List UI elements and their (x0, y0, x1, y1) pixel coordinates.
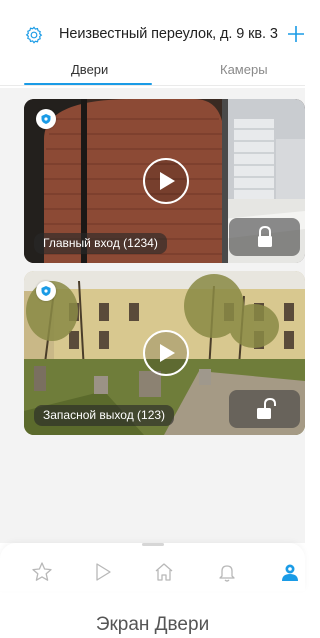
lock-open-icon (257, 397, 276, 419)
user-icon[interactable] (279, 561, 301, 583)
home-icon[interactable] (153, 561, 175, 583)
doors-list: Главный вход (1234) Запасной выход (123) (0, 88, 305, 543)
play-icon[interactable] (92, 561, 114, 583)
tab-divider (0, 85, 305, 86)
bell-icon[interactable] (216, 561, 238, 583)
tab-cameras[interactable]: Камеры (220, 62, 268, 77)
star-icon[interactable] (31, 561, 53, 583)
tab-doors[interactable]: Двери (71, 62, 108, 77)
screen-caption: Экран Двери (95, 614, 210, 635)
shield-icon (36, 281, 56, 301)
lock-closed-icon (258, 225, 272, 247)
play-button[interactable] (143, 158, 189, 204)
shield-icon (36, 109, 56, 129)
door-card-backup[interactable]: Запасной выход (123) (24, 271, 305, 435)
app-header: Неизвестный переулок, д. 9 кв. 3 (0, 0, 305, 56)
lock-button[interactable] (229, 218, 300, 256)
plus-icon[interactable] (287, 25, 305, 43)
sheet-handle[interactable] (142, 543, 164, 546)
tab-bar: Двери Камеры (0, 56, 305, 88)
door-card-main[interactable]: Главный вход (1234) (24, 99, 305, 263)
address-title: Неизвестный переулок, д. 9 кв. 3 (59, 26, 278, 42)
door-name-label: Запасной выход (123) (34, 405, 175, 426)
play-button[interactable] (143, 330, 189, 376)
gear-icon[interactable] (24, 25, 44, 45)
lock-button[interactable] (229, 390, 300, 428)
bottom-navigation (0, 543, 305, 591)
door-name-label: Главный вход (1234) (34, 233, 167, 254)
